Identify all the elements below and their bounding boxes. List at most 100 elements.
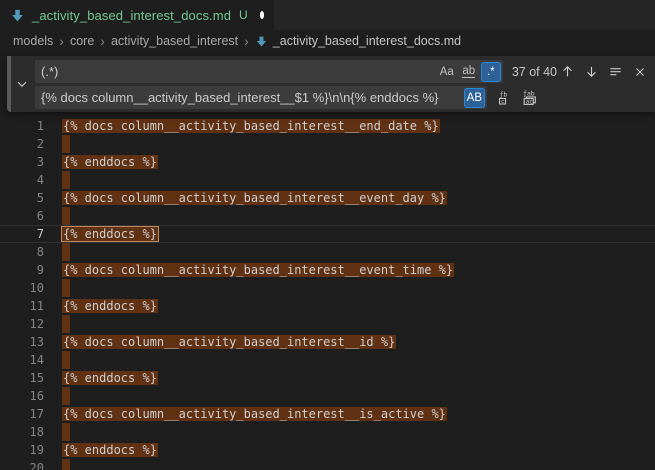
line-number[interactable]: 8 [0,243,44,261]
regex-toggle[interactable]: .* [481,62,501,82]
find-input[interactable]: (.*) Aa ab .* [35,60,503,83]
find-match-highlight: {% docs column__activity_based_interest_… [62,407,447,421]
replace-all-button[interactable]: ƒab ac [519,87,540,108]
find-next-button[interactable] [581,61,602,82]
line-row[interactable]: 2 [0,135,655,153]
line-text[interactable] [44,423,655,441]
line-text[interactable]: {% docs column__activity_based_interest_… [44,405,655,423]
line-text[interactable] [44,459,655,470]
line-number[interactable]: 3 [0,153,44,171]
replace-button[interactable]: ƒb c [494,87,515,108]
editor-code-area[interactable]: 1{% docs column__activity_based_interest… [0,52,655,470]
line-row[interactable]: 11{% enddocs %} [0,297,655,315]
line-text[interactable] [44,279,655,297]
line-number[interactable]: 5 [0,189,44,207]
line-text[interactable] [44,243,655,261]
line-number[interactable]: 18 [0,423,44,441]
line-number[interactable]: 4 [0,171,44,189]
find-match-highlight: {% enddocs %} [62,443,158,457]
line-text[interactable]: {% enddocs %} [44,153,655,171]
toggle-replace-button[interactable] [11,56,33,112]
tab-bar: _activity_based_interest_docs.md U [0,0,655,30]
line-row[interactable]: 13 {% docs column__activity_based_interes… [0,333,655,351]
breadcrumb-item-activity-based-interest[interactable]: activity_based_interest [111,34,238,48]
find-previous-button[interactable] [557,61,578,82]
close-find-button[interactable] [629,61,650,82]
replace-icon: ƒb c [497,90,513,106]
line-text[interactable]: {% docs column__activity_based_interest_… [44,261,655,279]
line-row[interactable]: 5{% docs column__activity_based_interest… [0,189,655,207]
line-number[interactable]: 19 [0,441,44,459]
line-number[interactable]: 15 [0,369,44,387]
match-case-toggle[interactable]: Aa [437,62,457,82]
line-row[interactable]: 14 [0,351,655,369]
line-number[interactable]: 7 [0,226,44,242]
line-text[interactable] [44,387,655,405]
find-match-highlight: {% docs column__activity_based_interest_… [62,335,396,349]
svg-text:ac: ac [526,99,534,105]
line-row[interactable]: 19 {% enddocs %} [0,441,655,459]
line-number[interactable]: 11 [0,297,44,315]
find-options: Aa ab .* [437,62,503,82]
line-text[interactable]: {% docs column__activity_based_interest_… [44,117,655,135]
line-text[interactable] [44,207,655,225]
line-number[interactable]: 14 [0,351,44,369]
result-count: 37 of 40 [512,65,557,79]
line-number[interactable]: 9 [0,261,44,279]
line-row[interactable]: 4 [0,171,655,189]
line-number[interactable]: 13 [0,333,44,351]
chevron-right-icon: › [100,34,105,48]
markdown-file-icon [255,35,268,48]
line-text[interactable]: {% enddocs %} [44,297,655,315]
empty-match-highlight [62,171,70,189]
unsaved-dot-indicator[interactable] [260,11,264,19]
find-in-selection-toggle[interactable] [605,61,626,82]
line-text[interactable]: {% enddocs %} [44,226,655,242]
line-row[interactable]: 9{% docs column__activity_based_interest… [0,261,655,279]
line-text[interactable] [44,135,655,153]
code-lines: 1{% docs column__activity_based_interest… [0,117,655,470]
empty-match-highlight [62,459,70,470]
line-number[interactable]: 16 [0,387,44,405]
tab-active-file[interactable]: _activity_based_interest_docs.md U [0,0,274,30]
line-number[interactable]: 20 [0,459,44,470]
line-row[interactable]: 1{% docs column__activity_based_interest… [0,117,655,135]
replace-input-value: {% docs column__activity_based_interest_… [41,90,438,105]
replace-input[interactable]: {% docs column__activity_based_interest_… [35,86,487,109]
line-row[interactable]: 20 [0,459,655,470]
line-row[interactable]: 6 [0,207,655,225]
line-text[interactable]: {% enddocs %} [44,369,655,387]
line-row[interactable]: 16 [0,387,655,405]
line-row[interactable]: 17 {% docs column__activity_based_interes… [0,405,655,423]
line-number[interactable]: 12 [0,315,44,333]
current-find-match: {% enddocs %} [62,227,158,241]
line-row[interactable]: 3{% enddocs %} [0,153,655,171]
line-text[interactable] [44,171,655,189]
line-row[interactable]: 10 [0,279,655,297]
line-row[interactable]: 18 [0,423,655,441]
line-number[interactable]: 1 [0,117,44,135]
breadcrumb-item-file[interactable]: _activity_based_interest_docs.md [255,34,461,48]
line-number[interactable]: 2 [0,135,44,153]
arrow-down-icon [584,64,599,79]
line-text[interactable]: {% enddocs %} [44,441,655,459]
preserve-case-toggle[interactable]: AB [464,88,485,108]
empty-match-highlight [62,279,70,297]
line-row[interactable]: 12 [0,315,655,333]
find-replace-widget: (.*) Aa ab .* 37 of 40 [7,56,655,112]
line-row[interactable]: 7 {% enddocs %} [0,225,655,243]
whole-word-toggle[interactable]: ab [459,62,479,82]
empty-match-highlight [62,135,70,153]
line-row[interactable]: 15{% enddocs %} [0,369,655,387]
breadcrumb-item-core[interactable]: core [70,34,94,48]
line-row[interactable]: 8 [0,243,655,261]
line-text[interactable] [44,315,655,333]
empty-match-highlight [62,243,70,261]
line-text[interactable]: {% docs column__activity_based_interest_… [44,333,655,351]
line-number[interactable]: 17 [0,405,44,423]
line-text[interactable]: {% docs column__activity_based_interest_… [44,189,655,207]
line-number[interactable]: 10 [0,279,44,297]
breadcrumb-item-models[interactable]: models [13,34,53,48]
line-text[interactable] [44,351,655,369]
line-number[interactable]: 6 [0,207,44,225]
